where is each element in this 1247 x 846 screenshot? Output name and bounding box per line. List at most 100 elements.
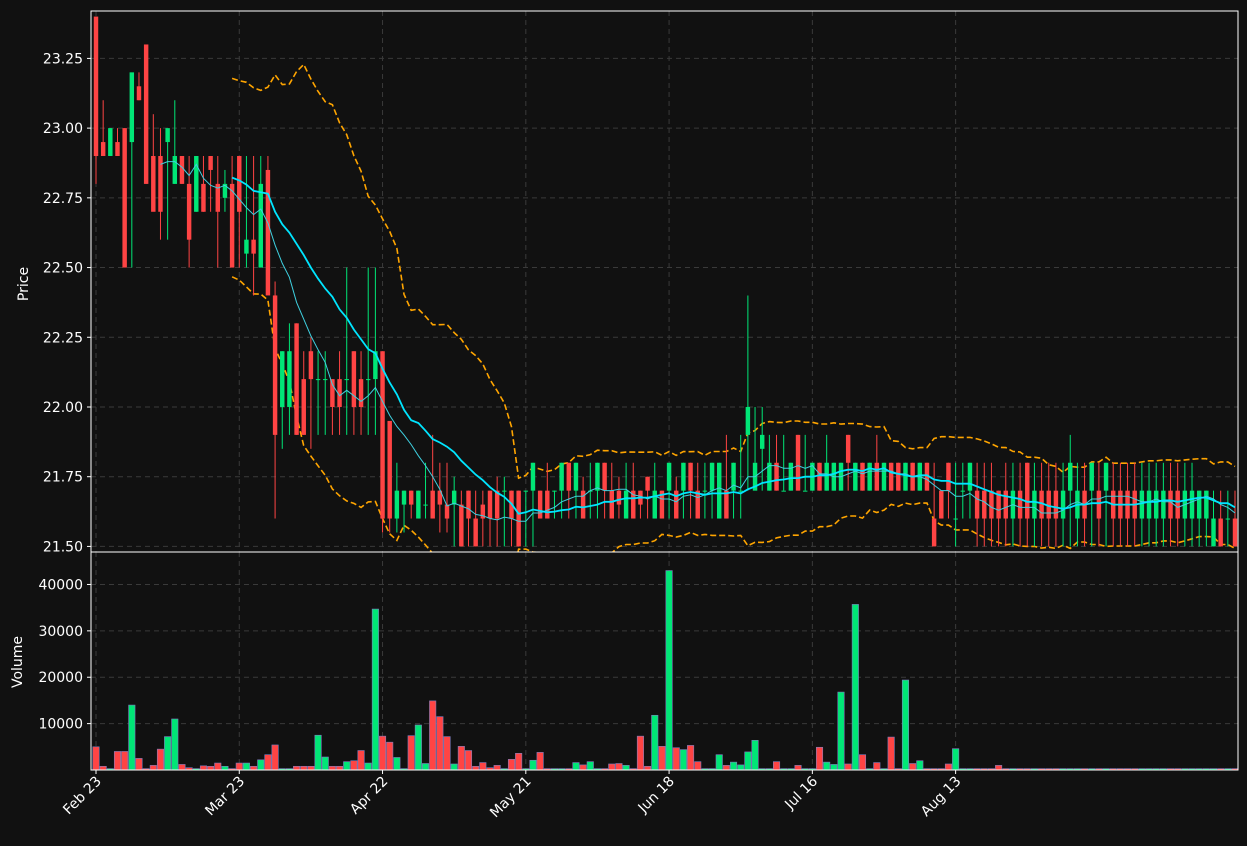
volume-bar [586,761,594,770]
candle-body [566,462,572,491]
candle-body [1175,490,1180,519]
volume-bar [293,765,301,770]
candle-body [380,351,385,519]
candle-body [817,462,822,491]
volume-bar [901,679,910,770]
volume-bar [128,704,136,770]
volume-bar [644,765,652,770]
volume-bar [730,761,738,770]
candle-body [652,490,657,519]
volume-bar [386,741,394,770]
candle-body [939,490,944,519]
volume-bar [579,764,587,770]
volume-bar [436,716,444,770]
volume-bar [414,724,422,770]
volume-bar [665,570,673,770]
volume-bar [715,754,723,770]
volume-bar [830,764,838,770]
candle-body [724,490,729,519]
volume-bar [909,763,917,770]
price-tick-label: 22.00 [43,400,83,416]
candle-body [179,156,185,184]
candle-body [251,239,256,254]
volume-bar [636,735,644,770]
candle-body [108,128,113,157]
volume-bar [371,608,379,770]
candle-body [888,462,894,491]
volume-bar [608,763,616,770]
volume-bar [336,765,344,770]
volume-bar [858,754,867,770]
volume-bar [321,756,329,770]
candle-body [172,156,178,184]
volume-bar [887,736,895,770]
price-tick-label: 23.25 [43,51,83,67]
volume-bar [314,734,322,770]
candle-body [874,462,880,491]
price-tick-label: 22.50 [43,261,83,277]
volume-bar [450,763,458,770]
candle-body [365,379,371,381]
candlestick-chart: 21.50 21.75 22.00 22.25 22.50 22.75 23.00 23.25… [0,0,1247,842]
volume-bar [837,691,845,770]
volume-bar [221,765,229,770]
price-tick-label: 21.50 [43,539,83,555]
volume-bar [815,746,824,770]
candle-body [416,490,421,519]
volume-bar [744,751,752,770]
candle-body [867,462,872,491]
volume-bar [121,751,129,770]
volume-bar [199,765,207,770]
volume-bar [751,740,759,770]
candle-body [982,490,987,519]
volume-bar [250,765,258,770]
candle-body [494,490,500,519]
candle-body [623,490,629,519]
candle-body [186,183,192,240]
candle-body [115,142,120,157]
volume-bar [773,761,781,770]
volume-tick-label: 40000 [38,577,83,593]
candle-body [717,462,722,519]
candle-body [545,490,550,519]
chart-canvas: 21.50 21.75 22.00 22.25 22.50 22.75 23.00 23.25… [0,0,1247,842]
candle-body [430,490,435,519]
volume-tick-label: 30000 [38,624,83,640]
candle-body [387,420,392,519]
volume-bar [307,765,315,770]
candle-body [781,490,786,492]
volume-bar [99,765,107,770]
candle-body [1103,462,1109,491]
price-tick-label: 22.75 [43,191,83,207]
candle-body [473,518,478,547]
candle-body [208,156,213,170]
candle-body [294,323,299,435]
volume-bar [242,762,250,770]
candle-body [688,462,693,491]
volume-bar [135,758,143,770]
candle-body [595,462,600,491]
volume-bar [379,735,387,770]
volume-bar [429,700,437,770]
volume-bar [572,762,580,770]
volume-bar [149,765,157,770]
candle-body [502,490,507,492]
candle-body [681,462,686,491]
candle-body [315,379,321,381]
volume-bar [844,763,852,770]
candle-body [845,434,851,463]
volume-bar [694,761,702,770]
volume-bar [207,765,215,770]
candle-body [1218,518,1223,547]
volume-tick-label: 20000 [38,670,83,686]
volume-bar [794,765,802,770]
volume-bar [722,765,730,770]
candle-body [802,490,808,492]
volume-bar [457,746,465,770]
candle-body [487,490,493,519]
candle-body [860,462,865,491]
volume-bar [92,746,100,770]
candle-body [616,490,622,505]
candle-body [516,490,521,547]
candle-body [853,462,858,491]
